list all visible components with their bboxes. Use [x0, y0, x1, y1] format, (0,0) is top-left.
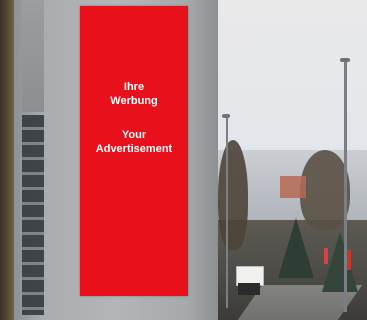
red-sign: [324, 248, 328, 264]
tower-window-column: [22, 115, 44, 315]
evergreen-tree: [278, 218, 314, 278]
truck-cab: [238, 283, 260, 295]
street-light-pole: [344, 62, 347, 312]
billboard-text-english: Your Advertisement: [95, 129, 173, 155]
distant-building: [280, 176, 306, 198]
tower-facade-strip: [22, 0, 44, 112]
street-light-head: [222, 114, 230, 118]
bare-tree: [218, 140, 248, 250]
street-light-head: [340, 58, 350, 62]
advertisement-billboard: Ihre Werbung Your Advertisement: [80, 6, 188, 296]
street-light-pole: [226, 118, 228, 308]
billboard-text-german: Ihre Werbung: [110, 81, 158, 107]
photo-scene: Ihre Werbung Your Advertisement: [0, 0, 367, 320]
